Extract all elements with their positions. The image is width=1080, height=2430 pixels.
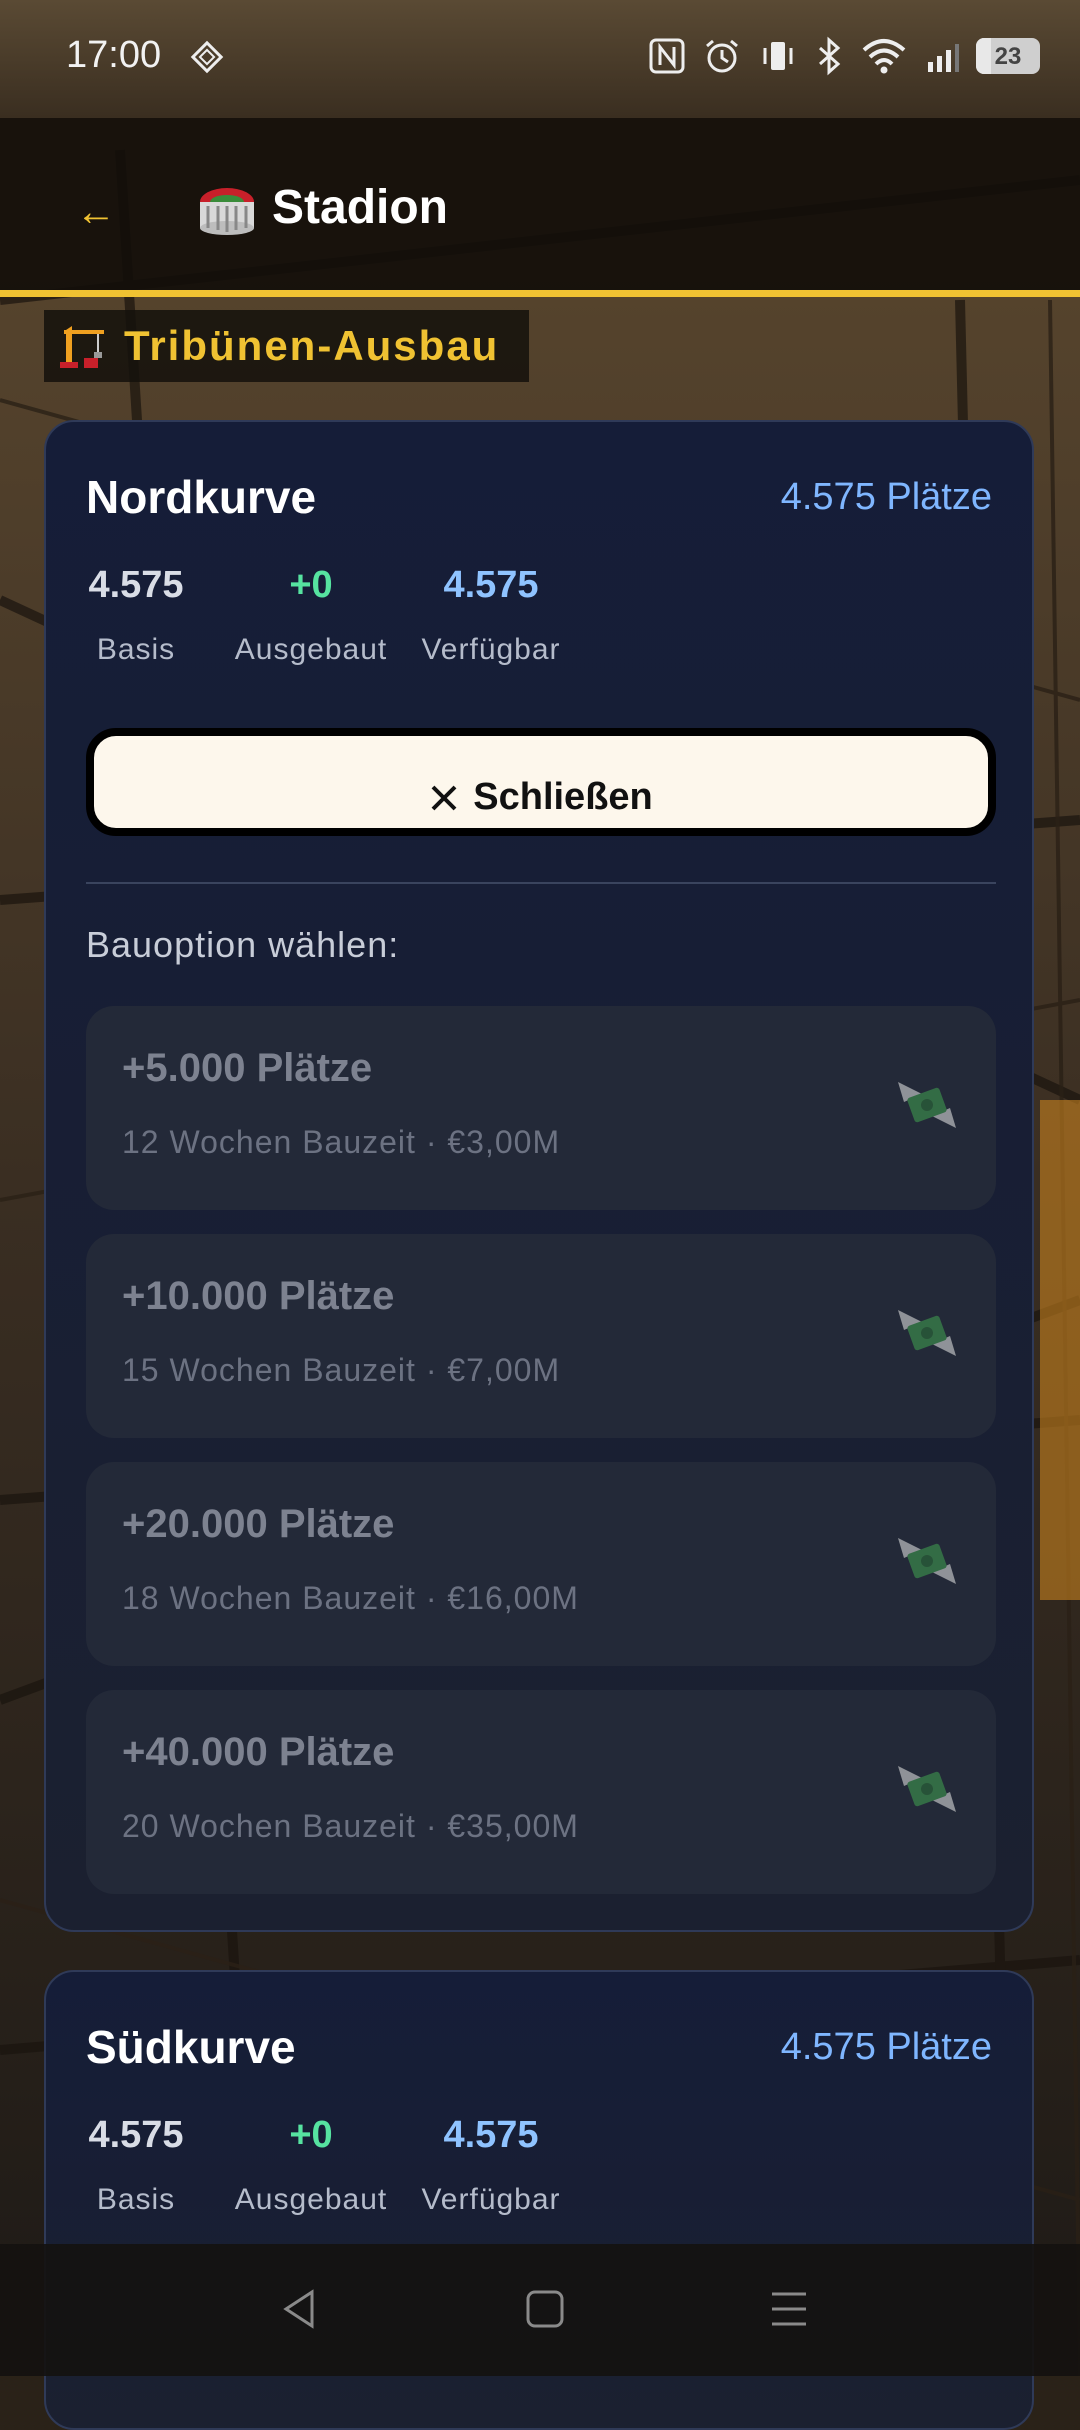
stat-label: Basis — [96, 633, 176, 666]
nav-menu-icon[interactable] — [764, 2284, 814, 2334]
stat-value: 4.575 — [443, 564, 539, 606]
stat-value: +0 — [289, 564, 333, 606]
build-option[interactable]: +20.000 Plätze 18 Wochen Bauzeit · €16,0… — [86, 1462, 996, 1666]
close-icon — [431, 785, 457, 810]
build-option[interactable]: +5.000 Plätze 12 Wochen Bauzeit · €3,00M — [86, 1006, 996, 1210]
stat-label: Ausgebaut — [234, 633, 388, 666]
option-subtitle: 15 Wochen Bauzeit · €7,00M — [122, 1352, 561, 1388]
page-title: Stadion — [272, 181, 448, 234]
status-bar: 17:00 23 — [0, 0, 1080, 118]
build-option[interactable]: +10.000 Plätze 15 Wochen Bauzeit · €7,00… — [86, 1234, 996, 1438]
money-wings-icon — [898, 1538, 956, 1584]
stat-verfuegbar: 4.575 Verfügbar — [416, 2114, 566, 2217]
stat-label: Ausgebaut — [234, 2183, 388, 2216]
vibrate-icon — [763, 42, 793, 70]
stat-value: 4.575 — [88, 2114, 184, 2156]
stat-value: 4.575 — [88, 564, 184, 606]
stat-ausgebaut: +0 Ausgebaut — [226, 564, 396, 667]
option-subtitle: 12 Wochen Bauzeit · €3,00M — [122, 1124, 561, 1160]
option-title: +20.000 Plätze — [122, 1502, 395, 1546]
close-label: Schließen — [473, 776, 653, 818]
close-button[interactable]: Schließen — [86, 728, 996, 836]
stand-card-nordkurve: Nordkurve 4.575 Plätze 4.575 Basis +0 Au… — [44, 420, 1034, 1932]
signal-icon — [928, 44, 959, 72]
crane-icon — [60, 326, 104, 368]
option-subtitle: 18 Wochen Bauzeit · €16,00M — [122, 1580, 579, 1616]
money-wings-icon — [898, 1766, 956, 1812]
battery-level: 23 — [994, 43, 1022, 70]
status-time: 17:00 — [66, 34, 162, 76]
section-heading: Tribünen-Ausbau — [44, 310, 530, 382]
back-button[interactable]: ← — [76, 190, 116, 235]
battery-icon: 23 — [976, 38, 1040, 74]
money-wings-icon — [898, 1310, 956, 1356]
bluetooth-icon — [819, 36, 841, 76]
option-title: +5.000 Plätze — [122, 1046, 373, 1090]
stat-label: Verfügbar — [421, 2183, 561, 2216]
nfc-icon — [649, 38, 685, 74]
stat-value: +0 — [289, 2114, 333, 2156]
location-diamond-icon — [190, 40, 224, 74]
stand-seats: 4.575 Plätze — [780, 2026, 992, 2068]
stadium-icon — [200, 188, 254, 235]
app-header: ← Stadion — [0, 118, 1080, 297]
system-navigation-bar — [0, 2244, 1080, 2376]
choose-option-label: Bauoption wählen: — [86, 924, 400, 965]
option-subtitle: 20 Wochen Bauzeit · €35,00M — [122, 1808, 579, 1844]
divider — [86, 882, 996, 884]
build-option[interactable]: +40.000 Plätze 20 Wochen Bauzeit · €35,0… — [86, 1690, 996, 1894]
stat-verfuegbar: 4.575 Verfügbar — [416, 564, 566, 667]
stat-label: Verfügbar — [421, 633, 561, 666]
option-title: +40.000 Plätze — [122, 1730, 395, 1774]
stat-basis: 4.575 Basis — [86, 564, 186, 667]
stat-ausgebaut: +0 Ausgebaut — [226, 2114, 396, 2217]
stat-basis: 4.575 Basis — [86, 2114, 186, 2217]
stat-value: 4.575 — [443, 2114, 539, 2156]
wifi-icon — [862, 39, 906, 74]
section-title: Tribünen-Ausbau — [124, 322, 500, 369]
stand-seats: 4.575 Plätze — [780, 476, 992, 518]
alarm-icon — [706, 39, 738, 73]
stand-name: Südkurve — [86, 2021, 296, 2073]
option-title: +10.000 Plätze — [122, 1274, 395, 1318]
stand-name: Nordkurve — [86, 471, 317, 523]
nav-home-icon[interactable] — [520, 2284, 570, 2334]
stat-label: Basis — [96, 2183, 176, 2216]
nav-back-icon[interactable] — [274, 2284, 324, 2334]
money-wings-icon — [898, 1082, 956, 1128]
